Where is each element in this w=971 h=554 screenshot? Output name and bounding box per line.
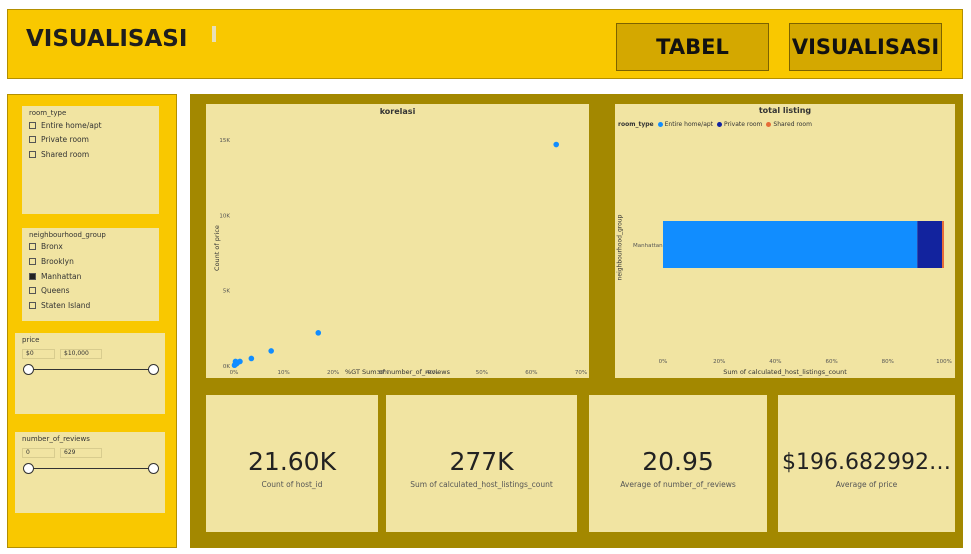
kpi-card-host-count[interactable]: 21.60K Count of host_id (206, 395, 378, 532)
price-min-input[interactable]: $0 (22, 349, 55, 359)
report-canvas: korelasi Count of price %GT Sum of numbe… (190, 94, 963, 548)
slicer-item-label: Staten Island (41, 301, 91, 310)
slicer-item-brooklyn[interactable]: Brooklyn (29, 257, 74, 266)
scatter-point (248, 355, 255, 362)
scatter-point (268, 348, 274, 354)
x-tick-label: 80% (882, 359, 894, 365)
x-tick-label: 30% (377, 370, 389, 376)
kpi-label: Sum of calculated_host_listings_count (410, 480, 553, 489)
slicer-title: number_of_reviews (22, 435, 90, 443)
stacked-bar-plot: 0% 20% 40% 60% 80% 100% (659, 221, 952, 365)
checkbox-icon[interactable] (29, 258, 36, 265)
slicer-item-label: Manhattan (41, 272, 82, 281)
bar-segment (917, 221, 943, 268)
price-slider-track[interactable] (28, 369, 153, 370)
slicer-item-label: Private room (41, 135, 89, 144)
x-tick-label: 70% (575, 370, 587, 376)
checkbox-icon[interactable] (29, 122, 36, 129)
slicer-item-queens[interactable]: Queens (29, 286, 70, 295)
price-slicer: price $0 $10,000 (15, 333, 165, 414)
reviews-max-handle[interactable] (148, 463, 159, 474)
y-tick-label: 10K (219, 213, 230, 219)
scatter-point (231, 362, 238, 369)
slicer-item-label: Shared room (41, 150, 90, 159)
slicer-item-bronx[interactable]: Bronx (29, 242, 63, 251)
slicer-item-label: Queens (41, 286, 70, 295)
x-tick-label: 10% (277, 370, 289, 376)
slicer-item-manhattan[interactable]: Manhattan (29, 272, 81, 281)
checkbox-icon[interactable] (29, 302, 36, 309)
kpi-value: $196.682992… (782, 450, 951, 475)
slicer-item-shared-room[interactable]: Shared room (29, 150, 89, 159)
checkbox-icon[interactable] (29, 243, 36, 250)
kpi-value: 21.60K (248, 447, 336, 476)
tabel-button[interactable]: TABEL (616, 23, 769, 71)
kpi-label: Average of number_of_reviews (620, 480, 736, 489)
x-tick-label: 40% (426, 370, 438, 376)
price-max-input[interactable]: $10,000 (60, 349, 102, 359)
kpi-card-listings-sum[interactable]: 277K Sum of calculated_host_listings_cou… (386, 395, 577, 532)
neighbourhood-group-slicer: neighbourhood_group Bronx Brooklyn Manha… (22, 228, 159, 321)
scatter-point (315, 330, 322, 336)
kpi-value: 277K (449, 447, 514, 476)
checkbox-checked-icon[interactable] (29, 273, 36, 280)
slicer-item-staten-island[interactable]: Staten Island (29, 301, 90, 310)
slicer-title: price (22, 336, 40, 344)
reviews-slider-track[interactable] (28, 468, 153, 469)
x-tick-label: 100% (936, 359, 952, 365)
room-type-slicer: room_type Entire home/apt Private room S… (22, 106, 159, 214)
checkbox-icon[interactable] (29, 136, 36, 143)
scatter-plot: 0% 10% 20% 30% 40% 50% 60% 70% 0K 5K 10K 15K (219, 138, 587, 376)
x-tick-label: 0% (659, 359, 668, 365)
reviews-max-input[interactable]: 629 (60, 448, 102, 458)
slicer-title: neighbourhood_group (29, 231, 106, 239)
kpi-value: 20.95 (642, 447, 714, 476)
x-tick-label: 20% (713, 359, 725, 365)
scatter-point (553, 141, 560, 148)
x-tick-label: 60% (825, 359, 837, 365)
kpi-card-avg-reviews[interactable]: 20.95 Average of number_of_reviews (589, 395, 767, 532)
price-max-handle[interactable] (148, 364, 159, 375)
total-listing-chart-panel[interactable]: total listing room_type Entire home/apt … (615, 104, 955, 378)
visualisasi-button[interactable]: VISUALISASI (789, 23, 942, 71)
checkbox-icon[interactable] (29, 151, 36, 158)
price-min-handle[interactable] (23, 364, 34, 375)
x-tick-label: 0% (230, 370, 239, 376)
reviews-min-handle[interactable] (23, 463, 34, 474)
x-tick-label: 50% (476, 370, 488, 376)
bar-segment (663, 221, 918, 268)
y-tick-label: 5K (223, 289, 230, 295)
y-tick-label: 15K (219, 138, 230, 144)
slicer-item-label: Entire home/apt (41, 121, 102, 130)
bar-segment (942, 221, 944, 268)
slicer-title: room_type (29, 109, 67, 117)
x-tick-label: 20% (327, 370, 339, 376)
slicer-item-label: Brooklyn (41, 257, 74, 266)
x-tick-label: 60% (525, 370, 537, 376)
header-bar: VISUALISASI TABEL VISUALISASI (7, 9, 963, 79)
slicer-item-entire-home[interactable]: Entire home/apt (29, 121, 102, 130)
checkbox-icon[interactable] (29, 287, 36, 294)
x-tick-label: 40% (769, 359, 781, 365)
kpi-card-avg-price[interactable]: $196.682992… Average of price (778, 395, 955, 532)
slicer-item-private-room[interactable]: Private room (29, 135, 89, 144)
filter-sidebar: room_type Entire home/apt Private room S… (7, 94, 177, 548)
korelasi-chart-panel[interactable]: korelasi Count of price %GT Sum of numbe… (206, 104, 589, 378)
text-cursor-mark (212, 26, 216, 42)
number-of-reviews-slicer: number_of_reviews 0 629 (15, 432, 165, 513)
kpi-label: Count of host_id (261, 480, 323, 489)
slicer-item-label: Bronx (41, 242, 63, 251)
page-title: VISUALISASI (26, 26, 188, 52)
kpi-label: Average of price (835, 480, 898, 489)
y-tick-label: 0K (223, 364, 230, 370)
reviews-min-input[interactable]: 0 (22, 448, 55, 458)
